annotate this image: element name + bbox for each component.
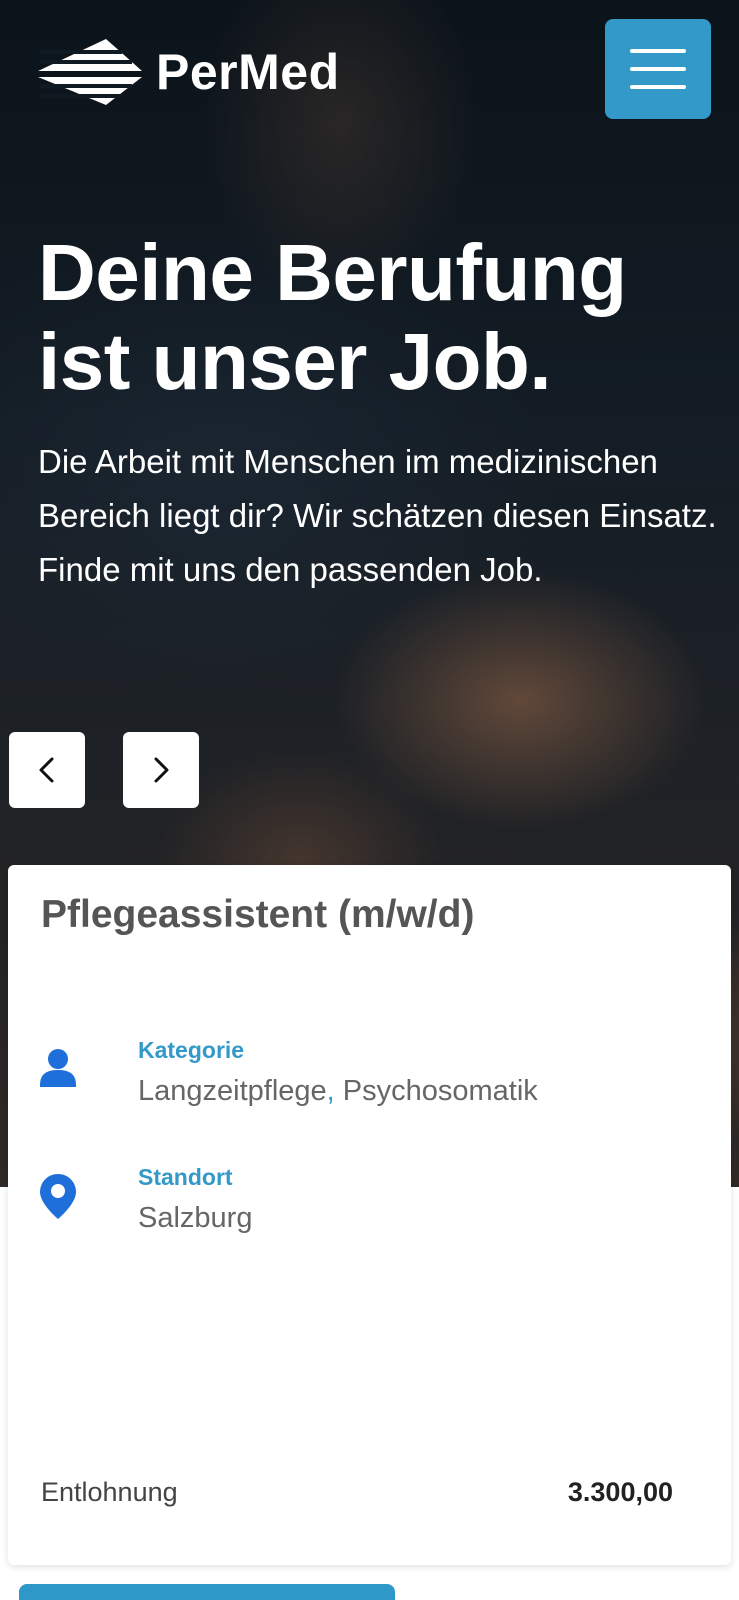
job-action-button[interactable] bbox=[19, 1584, 395, 1600]
menu-button[interactable] bbox=[605, 19, 711, 119]
pay-value: 3.300,00 bbox=[567, 1477, 673, 1507]
permed-logo-icon bbox=[38, 39, 142, 105]
job-title[interactable]: Pflegeassistent (m/w/d) bbox=[41, 893, 474, 937]
hero-headline: Deine Berufung ist unser Job. bbox=[38, 228, 718, 406]
brand-name: PerMed bbox=[156, 44, 340, 100]
chevron-right-icon bbox=[154, 757, 169, 783]
category-link-2[interactable]: Psychosomatik bbox=[343, 1075, 538, 1107]
hero-headline-line2: ist unser Job. bbox=[38, 317, 552, 406]
page: PerMed Deine Berufung ist unser Job. Die… bbox=[0, 0, 739, 1600]
location-label: Standort bbox=[138, 1164, 233, 1190]
location-value: Salzburg bbox=[138, 1202, 253, 1234]
slider-next-button[interactable] bbox=[123, 732, 199, 808]
category-separator: , bbox=[326, 1075, 335, 1107]
pay-label: Entlohnung bbox=[41, 1477, 178, 1507]
chevron-left-icon bbox=[39, 757, 54, 783]
hero-subline: Die Arbeit mit Menschen im medizinischen… bbox=[38, 443, 717, 588]
slider-prev-button[interactable] bbox=[9, 732, 85, 808]
category-value: Langzeitpflege, Psychosomatik bbox=[138, 1075, 538, 1108]
map-pin-icon bbox=[40, 1174, 76, 1219]
job-card[interactable]: Pflegeassistent (m/w/d) Kategorie Langze… bbox=[8, 865, 731, 1565]
brand-logo[interactable]: PerMed bbox=[36, 36, 340, 108]
category-link-1[interactable]: Langzeitpflege bbox=[138, 1075, 327, 1107]
hamburger-menu-icon bbox=[630, 49, 686, 89]
category-label: Kategorie bbox=[138, 1037, 245, 1063]
person-icon bbox=[40, 1049, 76, 1087]
hero-headline-line1: Deine Berufung bbox=[38, 228, 627, 317]
